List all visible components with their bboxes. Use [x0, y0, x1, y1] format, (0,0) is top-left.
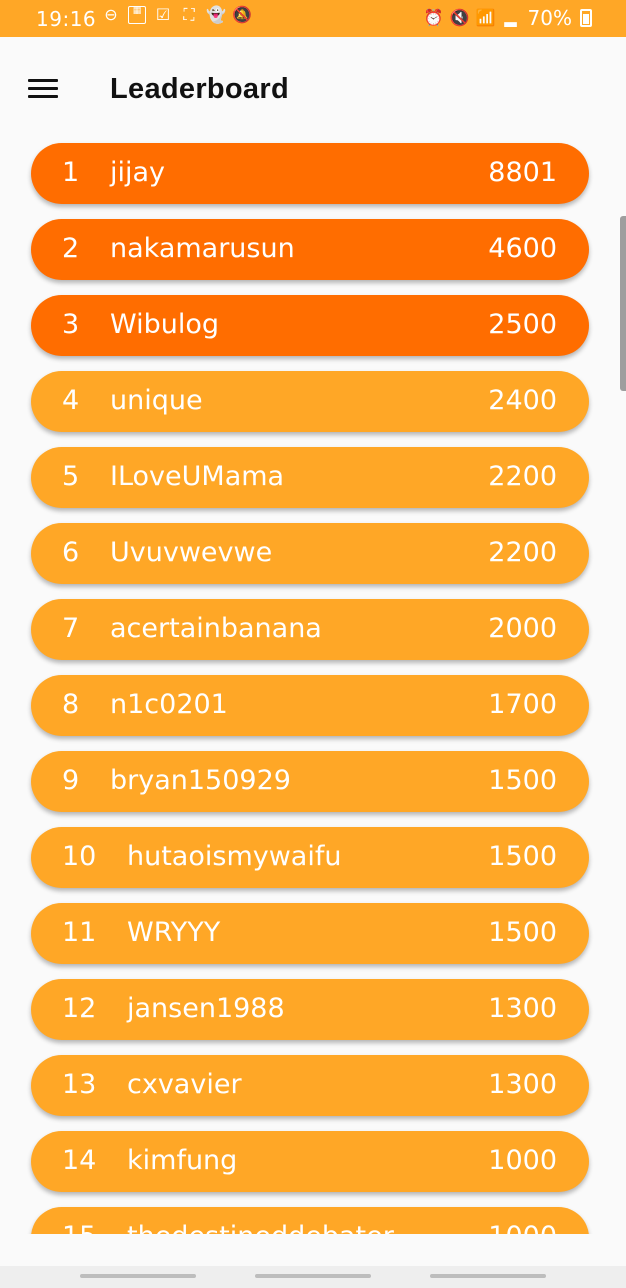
nav-home-handle[interactable]	[255, 1274, 371, 1278]
player-name: WRYYY	[127, 917, 221, 948]
wifi-icon: 📶	[475, 8, 496, 27]
status-right-icons: ⏰ 🔇 📶 ▂ 70%	[424, 6, 592, 30]
rank-number: 1	[62, 157, 80, 188]
nav-back-handle[interactable]	[430, 1274, 546, 1278]
rank-number: 10	[62, 841, 97, 872]
leaderboard-row[interactable]: 8 n1c0201 1700	[31, 675, 589, 736]
player-score: 2000	[488, 613, 557, 644]
leaderboard-row[interactable]: 11 WRYYY 1500	[31, 903, 589, 964]
leaderboard-row[interactable]: 1 jijay 8801	[31, 143, 589, 204]
status-left-icons: ⊖ ▦ ☑ ⛶ 👻 🔕	[102, 5, 252, 24]
player-score: 1300	[488, 993, 557, 1024]
hamburger-menu-icon[interactable]	[28, 79, 58, 101]
leaderboard-row[interactable]: 10 hutaoismywaifu 1500	[31, 827, 589, 888]
rank-number: 9	[62, 765, 80, 796]
player-name: jijay	[110, 157, 166, 188]
rank-number: 8	[62, 689, 80, 720]
nav-recents-handle[interactable]	[80, 1274, 196, 1278]
player-name: acertainbanana	[110, 613, 322, 644]
player-score: 2200	[488, 461, 557, 492]
player-score: 2200	[488, 537, 557, 568]
player-score: 2500	[488, 309, 557, 340]
player-name: n1c0201	[110, 689, 228, 720]
leaderboard-row[interactable]: 15 thedestineddebater 1000	[31, 1207, 589, 1234]
battery-icon	[580, 9, 592, 27]
rank-number: 5	[62, 461, 80, 492]
leaderboard-row[interactable]: 5 ILoveUMama 2200	[31, 447, 589, 508]
rank-number: 2	[62, 233, 80, 264]
status-time: 19:16	[36, 7, 97, 31]
player-score: 1500	[488, 917, 557, 948]
player-score: 1000	[488, 1145, 557, 1176]
leaderboard-row[interactable]: 13 cxvavier 1300	[31, 1055, 589, 1116]
player-score: 1500	[488, 841, 557, 872]
rank-number: 12	[62, 993, 97, 1024]
do-not-disturb-icon: ⊖	[104, 5, 118, 24]
player-score: 1000	[488, 1221, 557, 1234]
player-name: kimfung	[127, 1145, 238, 1176]
leaderboard-list[interactable]: 1 jijay 8801 2 nakamarusun 4600 3 Wibulo…	[0, 141, 626, 1234]
battery-percent: 70%	[527, 6, 572, 30]
rank-number: 7	[62, 613, 80, 644]
player-score: 1300	[488, 1069, 557, 1100]
rank-number: 4	[62, 385, 80, 416]
rank-number: 6	[62, 537, 80, 568]
signal-icon: ▂	[504, 8, 517, 27]
carrier-logo-icon: ▦	[128, 6, 146, 24]
notifications-off-icon: 🔕	[232, 5, 252, 24]
status-bar: 19:16 ⊖ ▦ ☑ ⛶ 👻 🔕 ⏰ 🔇 📶 ▂ 70%	[0, 0, 626, 37]
leaderboard-row[interactable]: 12 jansen1988 1300	[31, 979, 589, 1040]
rank-number: 13	[62, 1069, 97, 1100]
player-score: 1500	[488, 765, 557, 796]
leaderboard-row[interactable]: 4 unique 2400	[31, 371, 589, 432]
app-bar: Leaderboard	[0, 37, 626, 141]
mute-icon: 🔇	[449, 8, 470, 27]
player-name: thedestineddebater	[127, 1221, 394, 1234]
rank-number: 15	[62, 1221, 96, 1234]
player-score: 2400	[488, 385, 557, 416]
scrollbar[interactable]	[620, 216, 626, 391]
alarm-icon: ⏰	[423, 8, 444, 27]
leaderboard-row[interactable]: 9 bryan150929 1500	[31, 751, 589, 812]
rank-number: 3	[62, 309, 80, 340]
leaderboard-row[interactable]: 2 nakamarusun 4600	[31, 219, 589, 280]
leaderboard-row[interactable]: 7 acertainbanana 2000	[31, 599, 589, 660]
player-name: bryan150929	[110, 765, 291, 796]
player-name: ILoveUMama	[110, 461, 285, 492]
checklist-icon: ☑	[155, 5, 171, 24]
player-name: jansen1988	[127, 993, 285, 1024]
player-name: Uvuvwevwe	[110, 537, 273, 568]
player-name: unique	[110, 385, 203, 416]
screenshot-icon: ⛶	[183, 5, 195, 24]
snapchat-icon: 👻	[206, 5, 226, 24]
player-score: 4600	[488, 233, 557, 264]
player-score: 8801	[488, 157, 557, 188]
page-title: Leaderboard	[110, 73, 289, 105]
player-name: Wibulog	[110, 309, 220, 340]
player-score: 1700	[488, 689, 557, 720]
player-name: cxvavier	[127, 1069, 242, 1100]
rank-number: 14	[62, 1145, 97, 1176]
rank-number: 11	[62, 917, 97, 948]
leaderboard-row[interactable]: 3 Wibulog 2500	[31, 295, 589, 356]
leaderboard-row[interactable]: 14 kimfung 1000	[31, 1131, 589, 1192]
system-nav-bar	[0, 1266, 626, 1288]
player-name: hutaoismywaifu	[127, 841, 342, 872]
player-name: nakamarusun	[110, 233, 295, 264]
leaderboard-row[interactable]: 6 Uvuvwevwe 2200	[31, 523, 589, 584]
